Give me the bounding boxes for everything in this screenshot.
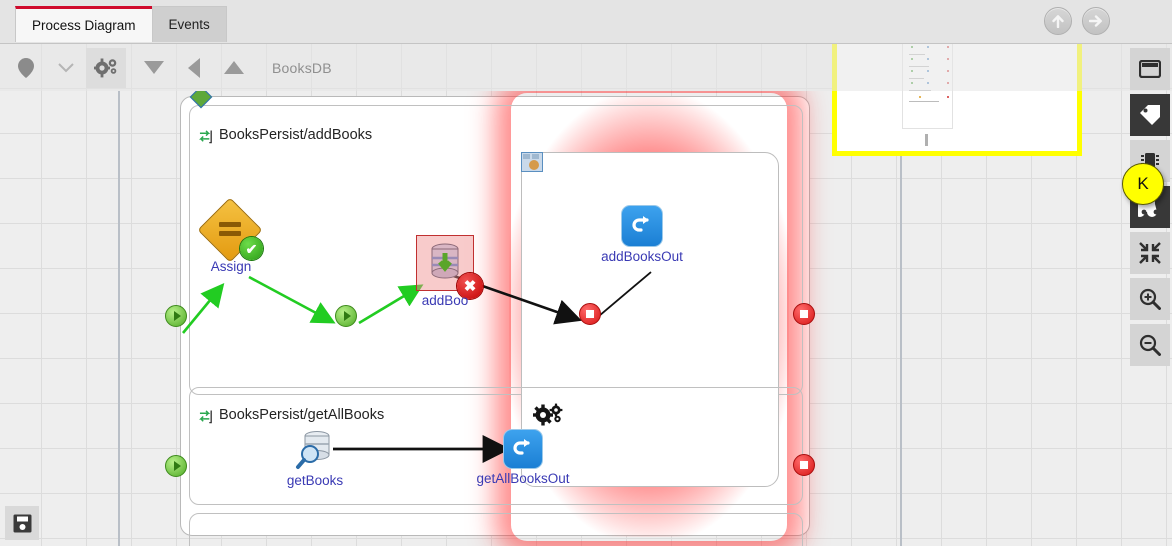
process-arrows-icon <box>199 130 212 144</box>
process-container[interactable]: BooksPersist/addBooks ✔ Assign ✖ addBoo … <box>180 91 810 546</box>
canvas-right-divider <box>900 91 902 546</box>
process-arrows-icon <box>199 410 212 424</box>
zoom-out-button[interactable] <box>1130 324 1170 366</box>
magnifier-minus-icon <box>1139 334 1161 356</box>
tab-process-diagram-label: Process Diagram <box>32 18 136 33</box>
equals-glyph <box>219 222 241 238</box>
arrow-right-circle-icon <box>1089 15 1102 27</box>
triangle-up-icon[interactable] <box>214 48 254 88</box>
start-marker[interactable] <box>165 455 187 477</box>
get-books-activity[interactable]: getBooks <box>287 427 343 488</box>
subprocess-badge-icon <box>521 152 543 172</box>
assign-activity-label: Assign <box>210 259 252 274</box>
add-books-out-activity-label: addBooksOut <box>601 249 683 264</box>
start-marker[interactable] <box>165 305 187 327</box>
callout-badge-label: K <box>1137 174 1149 193</box>
database-query-icon <box>296 431 330 469</box>
add-books-activity-label: addBoo <box>421 293 469 308</box>
tab-events[interactable]: Events <box>151 6 227 42</box>
lane-addbooks-title: BooksPersist/addBooks <box>219 127 373 143</box>
navigate-forward-button[interactable] <box>1082 7 1110 35</box>
tag-icon <box>1140 105 1160 125</box>
panel-toggle-button[interactable] <box>1130 48 1170 90</box>
stop-marker[interactable] <box>579 303 601 325</box>
tab-bar: Process Diagram Events <box>0 0 1172 44</box>
floppy-disk-icon <box>13 514 31 532</box>
right-icon-rail <box>1128 44 1172 546</box>
lane-partial-bottom[interactable] <box>189 513 803 546</box>
map-pin-icon[interactable] <box>6 48 46 88</box>
get-books-activity-label: getBooks <box>286 473 344 488</box>
annotations-button[interactable] <box>1130 94 1170 136</box>
add-books-out-activity[interactable]: addBooksOut <box>601 205 683 264</box>
reply-icon <box>503 429 543 469</box>
callout-badge-k: K <box>1122 163 1164 205</box>
fit-to-screen-button[interactable] <box>1130 232 1170 274</box>
status-ok-badge: ✔ <box>240 237 263 260</box>
tab-process-diagram[interactable]: Process Diagram <box>15 6 153 42</box>
reply-icon <box>621 205 663 247</box>
stop-marker[interactable] <box>793 303 815 325</box>
diagram-canvas[interactable]: BooksPersist/addBooks ✔ Assign ✖ addBoo … <box>0 91 1172 546</box>
navigate-up-button[interactable] <box>1044 7 1072 35</box>
triangle-left-icon[interactable] <box>174 48 214 88</box>
save-button[interactable] <box>5 506 39 540</box>
get-all-books-out-activity[interactable]: getAllBooksOut <box>476 429 570 486</box>
canvas-left-divider <box>118 91 120 546</box>
tab-events-label: Events <box>168 17 210 32</box>
tab-list: Process Diagram Events <box>15 6 227 42</box>
get-all-books-out-activity-label: getAllBooksOut <box>476 471 570 486</box>
toolbar-title: BooksDB <box>272 59 332 76</box>
tab-bar-underline <box>0 43 1172 44</box>
collapse-arrows-icon <box>1139 242 1161 264</box>
arrow-up-circle-icon <box>1052 15 1064 28</box>
top-right-actions <box>1044 7 1110 35</box>
zoom-in-button[interactable] <box>1130 278 1170 320</box>
window-icon <box>1139 60 1161 78</box>
lane-getallbooks-title: BooksPersist/getAllBooks <box>219 407 385 423</box>
chevron-down-icon[interactable] <box>46 48 86 88</box>
magnifier-plus-icon <box>1139 288 1161 310</box>
assign-activity[interactable]: ✔ Assign <box>197 197 263 274</box>
start-marker[interactable] <box>335 305 357 327</box>
stop-marker[interactable] <box>793 454 815 476</box>
secondary-toolbar: BooksDB <box>0 44 1172 91</box>
triangle-down-icon[interactable] <box>134 48 174 88</box>
gears-icon[interactable] <box>86 47 126 88</box>
minimap-stub <box>925 134 928 146</box>
